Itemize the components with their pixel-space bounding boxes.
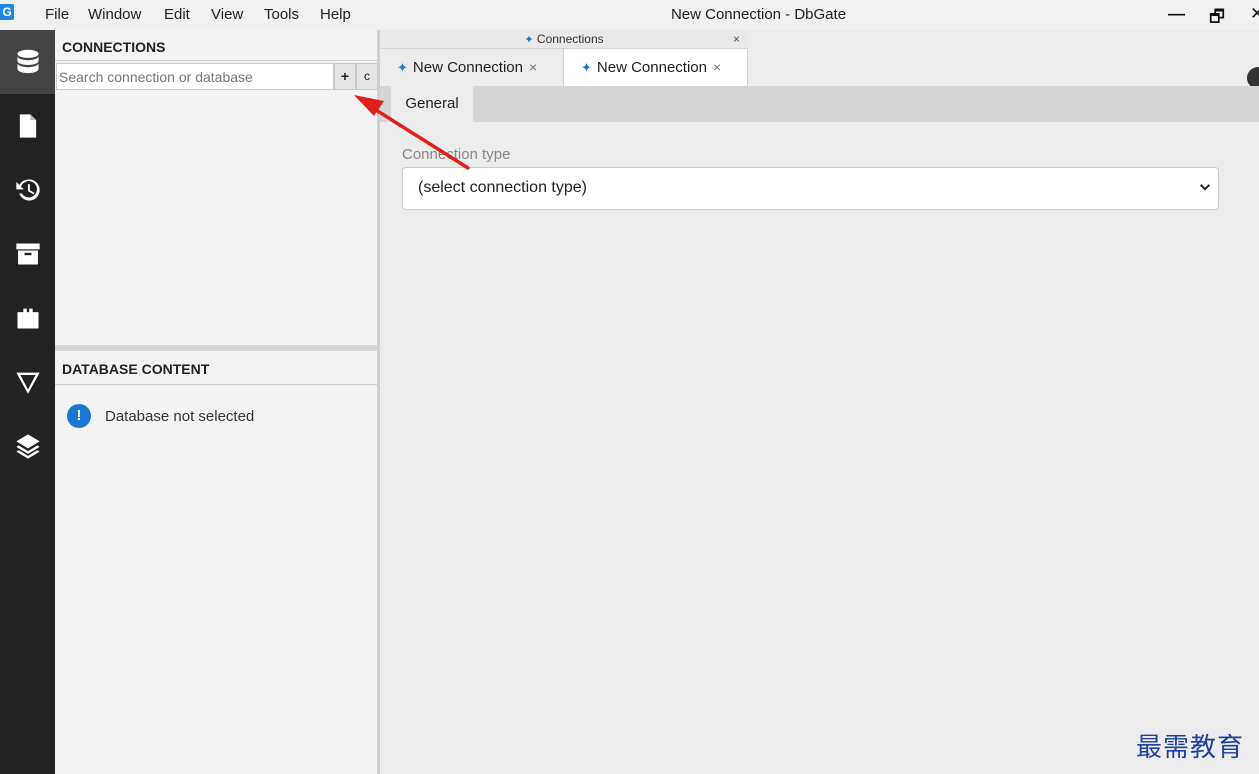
plug-icon: ✦: [524, 34, 534, 46]
activity-archive[interactable]: [0, 222, 55, 286]
database-empty-state: ! Database not selected: [67, 404, 254, 428]
tab-close-icon[interactable]: ×: [713, 59, 721, 75]
connection-type-value: (select connection type): [418, 179, 587, 196]
tab-new-connection-1[interactable]: ✦ New Connection ×: [380, 49, 564, 86]
info-icon: !: [67, 404, 91, 428]
database-content-header: DATABASE CONTENT: [55, 350, 377, 385]
refresh-connections-button[interactable]: c: [356, 63, 378, 90]
connection-type-label: Connection type: [402, 146, 511, 163]
restore-button[interactable]: 🗗: [1209, 4, 1225, 33]
activity-history[interactable]: [0, 158, 55, 222]
tab-label: New Connection: [412, 59, 523, 76]
activity-files[interactable]: [0, 94, 55, 158]
tab-group-close-icon[interactable]: ×: [733, 30, 740, 49]
connection-list: [55, 91, 377, 345]
activity-bar: [0, 30, 55, 774]
activity-plugins[interactable]: [0, 286, 55, 350]
layers-icon: [15, 434, 40, 459]
watermark-text: 最需教育: [1136, 733, 1245, 763]
database-icon: [17, 49, 38, 74]
connection-type-select[interactable]: (select connection type): [402, 167, 1219, 210]
main-area: ✦ Connections × ✦ New Connection × ✦ New Co…: [380, 30, 1259, 774]
chevron-down-icon: [1199, 184, 1211, 191]
minimize-button[interactable]: —: [1168, 4, 1185, 24]
left-panel: CONNECTIONS + c DATABASE CONTENT ! Datab…: [55, 30, 380, 774]
archive-icon: [15, 243, 40, 265]
plug-icon: ✦: [397, 60, 408, 75]
filter-icon: [15, 372, 40, 394]
close-window-button[interactable]: ✕: [1250, 4, 1259, 24]
file-icon: [19, 114, 36, 138]
tab-close-icon[interactable]: ×: [529, 59, 537, 75]
plugin-icon: [17, 308, 38, 329]
database-empty-message: Database not selected: [105, 407, 255, 425]
tab-group-label: Connections: [536, 32, 604, 46]
search-connection-input[interactable]: [56, 63, 334, 90]
plug-icon: ✦: [581, 60, 592, 75]
title-bar: G File Window Edit View Tools Help New C…: [0, 0, 1259, 30]
form-subtabs: General: [380, 86, 1259, 122]
tab-label: New Connection: [596, 59, 707, 76]
window-title-text: New Connection - DbGate: [670, 6, 847, 23]
window-title: New Connection - DbGate: [0, 6, 1259, 23]
add-connection-button[interactable]: +: [334, 63, 356, 90]
tab-group-caption: ✦ Connections ×: [380, 30, 748, 49]
tab-general[interactable]: General: [391, 86, 473, 122]
tab-new-connection-2[interactable]: ✦ New Connection ×: [564, 49, 748, 86]
connections-header: CONNECTIONS: [55, 30, 377, 61]
activity-cloud[interactable]: [0, 350, 55, 414]
activity-layers[interactable]: [0, 414, 55, 478]
tab-bar: ✦ New Connection × ✦ New Connection ×: [380, 49, 1259, 89]
activity-connections[interactable]: [0, 30, 55, 94]
history-icon: [15, 179, 40, 201]
